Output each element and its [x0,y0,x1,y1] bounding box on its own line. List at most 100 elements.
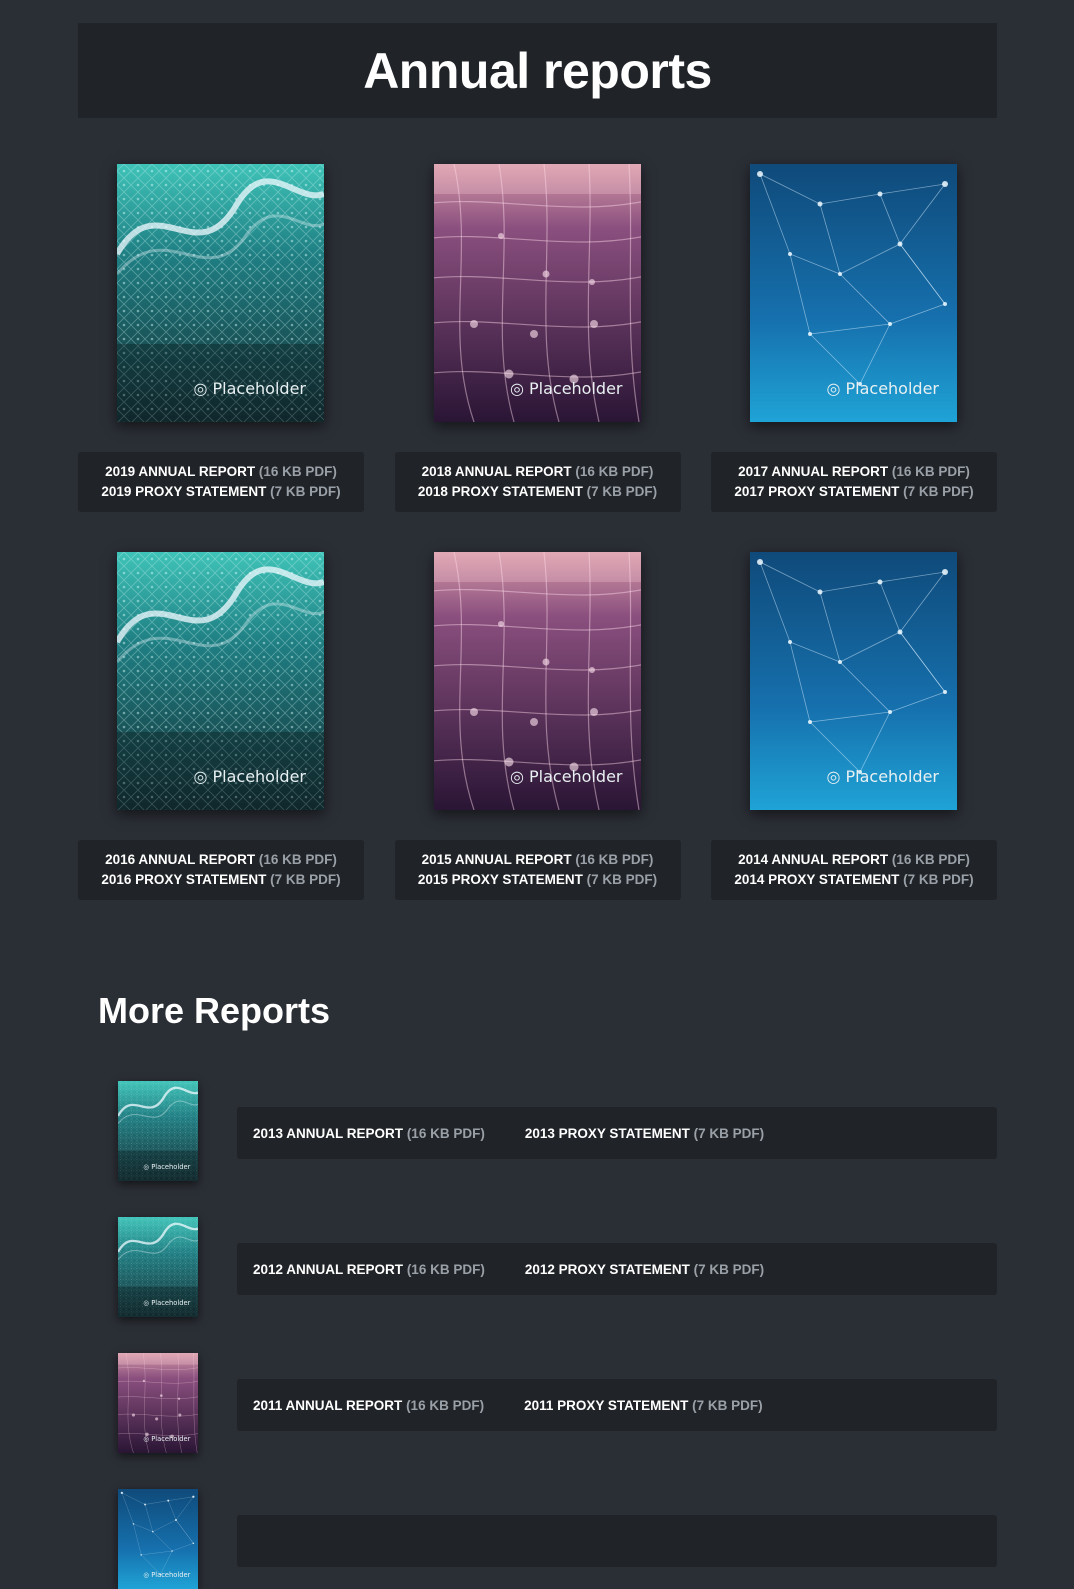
proxy-statement-link[interactable]: 2015 PROXY STATEMENT (7 KB PDF) [418,872,657,887]
report-cover-image[interactable]: ◎ Placeholder [117,164,324,422]
proxy-statement-link-label: 2012 PROXY STATEMENT [524,1261,690,1277]
report-links: 2019 ANNUAL REPORT (16 KB PDF) 2019 PROXY… [78,452,364,512]
cover-brand-logo: ◎ Placeholder [510,767,623,786]
annual-report-link-label: 2017 ANNUAL REPORT [738,464,889,479]
page-header: Annual reports [78,23,997,118]
report-links: 2018 ANNUAL REPORT (16 KB PDF) 2018 PROXY… [394,452,681,512]
annual-report-link-size: (16 KB PDF) [891,464,970,479]
proxy-statement-link-size: (7 KB PDF) [692,1397,763,1413]
fingerprint-icon: ◎ [509,767,529,786]
annual-report-link-size: (16 KB PDF) [575,464,654,479]
annual-report-link[interactable]: 2016 ANNUAL REPORT (16 KB PDF) [105,852,337,867]
annual-report-link-label: 2019 ANNUAL REPORT [105,464,256,479]
annual-report-link[interactable]: 2013 ANNUAL REPORT (16 KB PDF) [253,1126,485,1141]
cover-brand-text: Placeholder [845,767,940,786]
more-report-row: ◎ Placeholder 2012 ANNUAL REPORT (16 KB P… [118,1217,997,1317]
annual-report-link-size: (16 KB PDF) [258,852,337,867]
proxy-statement-link-size: (7 KB PDF) [270,872,341,887]
proxy-statement-link[interactable]: 2011 PROXY STATEMENT (7 KB PDF) [524,1398,763,1413]
more-report-links [237,1515,997,1567]
proxy-statement-link-size: (7 KB PDF) [270,484,341,499]
proxy-statement-link-size: (7 KB PDF) [903,484,974,499]
more-report-row: ◎ Placeholder 2011 ANNUAL REPORT (16 KB P… [118,1353,997,1453]
cover-brand-text: Placeholder [151,1298,191,1307]
cover-brand-logo: ◎ Placeholder [826,767,939,786]
proxy-statement-link[interactable]: 2017 PROXY STATEMENT (7 KB PDF) [734,484,973,499]
report-cover-image[interactable]: ◎ Placeholder [433,164,641,422]
fingerprint-icon: ◎ [143,1434,152,1443]
proxy-statement-link-size: (7 KB PDF) [586,484,658,499]
annual-report-link[interactable]: 2012 ANNUAL REPORT (16 KB PDF) [253,1262,485,1277]
proxy-statement-link-size: (7 KB PDF) [693,1125,765,1141]
proxy-statement-link-label: 2013 PROXY STATEMENT [524,1125,690,1141]
cover-brand-text: Placeholder [845,379,940,398]
proxy-statement-link-size: (7 KB PDF) [586,872,658,887]
report-cover-image[interactable]: ◎ Placeholder [117,552,324,810]
report-thumbnail[interactable]: ◎ Placeholder [118,1489,198,1589]
report-cover-image[interactable]: ◎ Placeholder [433,552,641,810]
fingerprint-icon: ◎ [143,1298,152,1307]
cover-brand-text: Placeholder [151,1434,191,1443]
fingerprint-icon: ◎ [143,1570,152,1579]
cover-brand-logo: ◎ Placeholder [826,379,939,398]
annual-report-link-label: 2012 ANNUAL REPORT [253,1261,404,1277]
proxy-statement-link-label: 2011 PROXY STATEMENT [524,1397,689,1413]
proxy-statement-link-label: 2016 PROXY STATEMENT [101,872,267,887]
cover-brand-logo: ◎ Placeholder [143,1299,190,1307]
annual-report-link-size: (16 KB PDF) [891,852,970,867]
more-report-links: 2012 ANNUAL REPORT (16 KB PDF) 2012 PROXY… [237,1243,997,1295]
cover-brand-text: Placeholder [212,379,307,398]
report-links: 2014 ANNUAL REPORT (16 KB PDF) 2014 PROXY… [711,840,997,900]
proxy-statement-link[interactable]: 2019 PROXY STATEMENT (7 KB PDF) [101,484,340,499]
annual-report-link[interactable]: 2011 ANNUAL REPORT (16 KB PDF) [253,1398,484,1413]
annual-report-link[interactable]: 2014 ANNUAL REPORT (16 KB PDF) [738,852,970,867]
cover-brand-text: Placeholder [529,379,623,398]
proxy-statement-link-label: 2018 PROXY STATEMENT [417,484,583,499]
proxy-statement-link-size: (7 KB PDF) [693,1261,765,1277]
cover-brand-text: Placeholder [151,1162,191,1171]
annual-report-link-label: 2014 ANNUAL REPORT [738,852,889,867]
fingerprint-icon: ◎ [826,379,846,398]
cover-brand-logo: ◎ Placeholder [143,1163,190,1171]
annual-report-link-size: (16 KB PDF) [406,1125,485,1141]
annual-report-link-label: 2016 ANNUAL REPORT [105,852,256,867]
report-links: 2015 ANNUAL REPORT (16 KB PDF) 2015 PROXY… [394,840,681,900]
more-reports-title: More Reports [98,990,331,1031]
proxy-statement-link-size: (7 KB PDF) [903,872,974,887]
page-title: Annual reports [363,42,712,99]
annual-report-link-label: 2011 ANNUAL REPORT [253,1397,403,1413]
annual-report-link-size: (16 KB PDF) [575,852,654,867]
report-thumbnail[interactable]: ◎ Placeholder [118,1217,198,1317]
cover-brand-logo: ◎ Placeholder [143,1571,190,1579]
cover-brand-text: Placeholder [212,767,307,786]
annual-report-link[interactable]: 2017 ANNUAL REPORT (16 KB PDF) [738,464,970,479]
report-cover-image[interactable]: ◎ Placeholder [750,552,957,810]
annual-report-link-size: (16 KB PDF) [258,464,337,479]
report-cover-image[interactable]: ◎ Placeholder [750,164,957,422]
cover-brand-text: Placeholder [529,767,623,786]
fingerprint-icon: ◎ [193,767,213,786]
proxy-statement-link-label: 2015 PROXY STATEMENT [417,872,583,887]
annual-report-link-size: (16 KB PDF) [406,1397,485,1413]
annual-report-link-label: 2013 ANNUAL REPORT [253,1125,404,1141]
annual-report-link[interactable]: 2019 ANNUAL REPORT (16 KB PDF) [105,464,337,479]
proxy-statement-link-label: 2014 PROXY STATEMENT [734,872,900,887]
proxy-statement-link[interactable]: 2013 PROXY STATEMENT (7 KB PDF) [525,1126,764,1141]
proxy-statement-link[interactable]: 2014 PROXY STATEMENT (7 KB PDF) [734,872,973,887]
fingerprint-icon: ◎ [143,1162,152,1171]
annual-report-link[interactable]: 2015 ANNUAL REPORT (16 KB PDF) [422,852,654,867]
fingerprint-icon: ◎ [193,379,213,398]
proxy-statement-link[interactable]: 2016 PROXY STATEMENT (7 KB PDF) [101,872,340,887]
proxy-statement-link-label: 2019 PROXY STATEMENT [101,484,267,499]
annual-report-link-size: (16 KB PDF) [406,1261,485,1277]
annual-report-link-label: 2015 ANNUAL REPORT [421,852,572,867]
annual-report-link[interactable]: 2018 ANNUAL REPORT (16 KB PDF) [422,464,654,479]
report-thumbnail[interactable]: ◎ Placeholder [118,1353,198,1453]
more-report-links: 2013 ANNUAL REPORT (16 KB PDF) 2013 PROXY… [237,1107,997,1159]
report-thumbnail[interactable]: ◎ Placeholder [118,1081,198,1181]
proxy-statement-link[interactable]: 2012 PROXY STATEMENT (7 KB PDF) [525,1262,764,1277]
cover-brand-text: Placeholder [151,1570,191,1579]
proxy-statement-link[interactable]: 2018 PROXY STATEMENT (7 KB PDF) [418,484,657,499]
cover-brand-logo: ◎ Placeholder [143,1435,190,1443]
fingerprint-icon: ◎ [509,379,529,398]
